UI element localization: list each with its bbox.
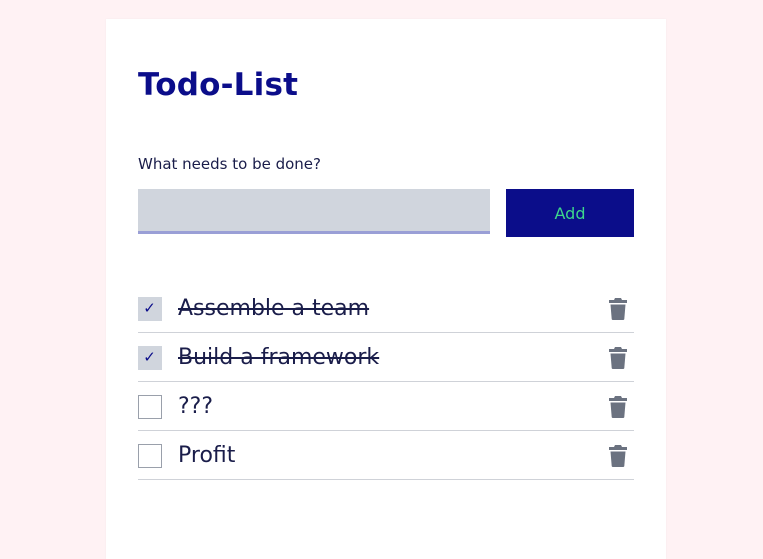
todo-card: Todo-List What needs to be done? Add ✓ A…: [106, 19, 666, 559]
todo-text: Profit: [178, 443, 236, 468]
todo-item: ✓ Assemble a team: [138, 284, 634, 333]
check-icon: [139, 445, 160, 466]
todo-item: ???: [138, 382, 634, 431]
trash-icon: [609, 298, 627, 320]
page-title: Todo-List: [138, 67, 299, 103]
trash-icon: [609, 347, 627, 369]
todo-text: ???: [178, 394, 214, 419]
todo-checkbox[interactable]: ✓: [138, 297, 162, 321]
delete-button[interactable]: [608, 297, 628, 321]
todo-item: Profit: [138, 431, 634, 480]
add-button[interactable]: Add: [506, 189, 634, 237]
todo-text: Build a framework: [178, 345, 380, 370]
delete-button[interactable]: [608, 395, 628, 419]
new-todo-label: What needs to be done?: [138, 155, 321, 173]
todo-text: Assemble a team: [178, 296, 370, 321]
new-todo-input[interactable]: [138, 189, 490, 234]
check-icon: ✓: [143, 299, 156, 317]
trash-icon: [609, 396, 627, 418]
check-icon: ✓: [143, 348, 156, 366]
todo-checkbox[interactable]: [138, 395, 162, 419]
todo-item: ✓ Build a framework: [138, 333, 634, 382]
todo-list: ✓ Assemble a team ✓ Build a framework ??…: [138, 284, 634, 480]
trash-icon: [609, 445, 627, 467]
todo-checkbox[interactable]: [138, 444, 162, 468]
todo-checkbox[interactable]: ✓: [138, 346, 162, 370]
delete-button[interactable]: [608, 444, 628, 468]
delete-button[interactable]: [608, 346, 628, 370]
check-icon: [139, 396, 160, 417]
